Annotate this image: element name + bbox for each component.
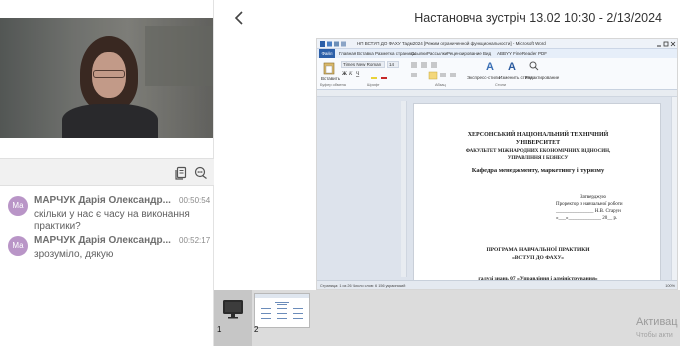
doc-approve: «___»_____________ 20__ р. — [556, 216, 618, 221]
word-window-title: НП ВСТУП ДО ФАХУ Тадм2024 [Режим огранич… — [357, 41, 546, 46]
doc-approve: Затверджую — [580, 195, 606, 200]
monitor-icon — [223, 300, 243, 319]
shared-screen: НП ВСТУП ДО ФАХУ Тадм2024 [Режим огранич… — [316, 38, 678, 290]
window-controls-icon — [657, 41, 676, 47]
paste-label: Вставить — [321, 76, 341, 81]
find-icon[interactable] — [529, 61, 539, 71]
message-time: 00:50:54 — [179, 196, 211, 205]
doc-faculty-line: УПРАВЛІННЯ І БІЗНЕСУ — [507, 156, 569, 161]
word-file-tab[interactable]: Файл — [319, 49, 335, 58]
group-paragraph-label: Абзац — [435, 83, 446, 87]
thumbnail-screen-2[interactable]: 2 — [252, 290, 314, 346]
word-document-page: ХЕРСОНСЬКИЙ НАЦІОНАЛЬНИЙ ТЕХНІЧНИЙ УНІВЕ… — [413, 103, 661, 283]
word-tab[interactable]: Ссылки — [411, 49, 427, 58]
styles-label: Экспресс-стили — [467, 75, 500, 80]
word-tab[interactable]: Разметка страницы — [375, 49, 416, 58]
avatar: Ма — [8, 196, 28, 216]
left-panel: Ма МАРЧУК Дарія Олександр... 00:50:54 ск… — [0, 0, 214, 346]
font-size-value: 14 — [389, 62, 395, 67]
doc-university-line: ХЕРСОНСЬКИЙ НАЦІОНАЛЬНИЙ ТЕХНІЧНИЙ — [467, 132, 609, 138]
doc-program-title: ПРОГРАМА НАВЧАЛЬНОЇ ПРАКТИКИ — [486, 247, 590, 253]
word-tab[interactable]: Рассылки — [427, 49, 447, 58]
doc-university-line: УНІВЕРСИТЕТ — [515, 140, 561, 146]
doc-approve: _______________ Н.В. Старун — [556, 209, 621, 214]
doc-program-title: «ВСТУП ДО ФАХУ» — [512, 255, 564, 261]
word-tab[interactable]: Главная — [339, 49, 356, 58]
back-chevron-icon[interactable] — [232, 10, 246, 26]
quick-access-icons — [320, 41, 346, 47]
svg-text:Ж: Ж — [342, 72, 347, 77]
thumbnail-preview — [254, 293, 310, 328]
message-sender: МАРЧУК Дарія Олександр... — [34, 195, 171, 206]
word-vertical-ruler — [401, 101, 407, 277]
activation-watermark-sub: Чтобы акти — [636, 332, 673, 339]
word-tab[interactable]: Вид — [483, 49, 491, 58]
word-horizontal-ruler — [317, 90, 677, 97]
doc-faculty-line: ФАКУЛЬТЕТ МІЖНАРОДНИХ ЕКОНОМІЧНИХ ВІДНОС… — [465, 149, 611, 154]
group-clipboard-label: Буфер обмена — [320, 83, 346, 87]
styles-icon[interactable]: A — [485, 60, 499, 72]
doc-approve: Проректор з навчальної роботи — [556, 202, 623, 207]
message-time: 00:52:17 — [179, 236, 211, 245]
word-status-info: Страница: 1 из 26 Число слов: 6 156 укра… — [320, 284, 406, 288]
paragraph-icons[interactable] — [409, 61, 467, 81]
svg-text:К: К — [348, 72, 353, 77]
thumbnail-number: 1 — [217, 325, 222, 334]
group-font-label: Шрифт — [367, 83, 380, 87]
thumbnail-preview-graphic — [255, 294, 309, 319]
copy-icon[interactable] — [174, 166, 188, 180]
change-styles-icon[interactable]: A — [507, 60, 521, 72]
word-tab[interactable]: ABBYY FineReader PDF — [497, 49, 547, 58]
video-shade — [0, 18, 213, 138]
group-styles-label: Стили — [495, 83, 506, 87]
word-status-bar: Страница: 1 из 26 Число слов: 6 156 укра… — [317, 280, 677, 289]
thumbnail-number: 2 — [254, 325, 259, 334]
doc-department: Кафедра менеджменту, маркетингу і туризм… — [471, 167, 605, 174]
meeting-title: Настановча зустріч 13.02 10:30 - 2/13/20… — [414, 11, 662, 25]
chat-toolbar — [0, 158, 214, 186]
word-scrollbar[interactable] — [671, 97, 677, 280]
message-sender: МАРЧУК Дарія Олександр... — [34, 235, 171, 246]
paste-icon[interactable] — [323, 61, 335, 75]
editing-label: Редактирование — [525, 75, 560, 80]
word-title-bar: НП ВСТУП ДО ФАХУ Тадм2024 [Режим огранич… — [317, 39, 677, 49]
message-text: скільки у нас є часу на виконання практи… — [34, 209, 190, 232]
thumbnail-screen-1[interactable]: 1 — [214, 290, 252, 346]
word-tab[interactable]: Вставка — [357, 49, 374, 58]
webcam-video — [0, 18, 213, 138]
svg-text:Ч: Ч — [356, 72, 360, 77]
word-ribbon: Вставить Times New Roman 14 Ж К Ч A Эксп… — [317, 58, 677, 90]
message-text: зрозуміло, дякую — [34, 249, 114, 260]
activation-watermark: Активац — [636, 316, 678, 328]
word-zoom-value[interactable]: 100% — [665, 281, 675, 289]
svg-text:A: A — [486, 61, 494, 72]
font-name-value: Times New Roman — [343, 62, 382, 67]
chat-bubbles-icon[interactable] — [194, 166, 208, 180]
word-ribbon-tabs: Файл Главная Вставка Разметка страницы С… — [317, 49, 677, 58]
svg-text:A: A — [508, 61, 516, 72]
avatar: Ма — [8, 236, 28, 256]
word-tab[interactable]: Рецензирование — [447, 49, 482, 58]
